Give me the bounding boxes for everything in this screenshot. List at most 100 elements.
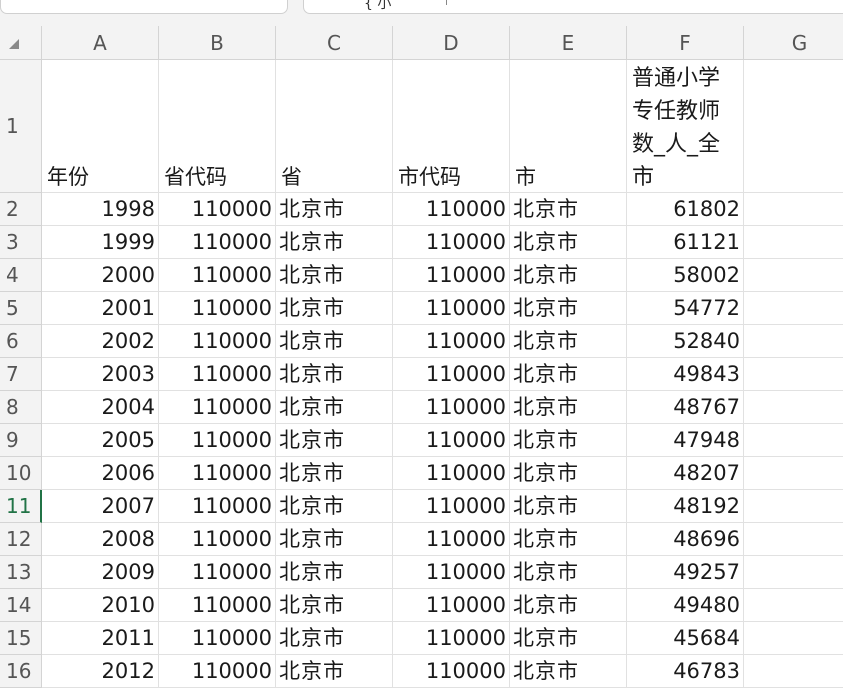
- table-cell[interactable]: 北京市: [276, 523, 393, 556]
- table-cell-empty[interactable]: [744, 622, 843, 655]
- table-cell[interactable]: 48767: [627, 391, 744, 424]
- row-header-5[interactable]: 5: [0, 292, 42, 325]
- table-cell-empty[interactable]: [744, 523, 843, 556]
- table-cell[interactable]: 49480: [627, 589, 744, 622]
- table-cell[interactable]: 2006: [42, 457, 159, 490]
- table-cell[interactable]: 2010: [42, 589, 159, 622]
- spreadsheet-grid[interactable]: A B C D E F G 1 2 3 4 5 6 7 8 9 10 11 12 13 14 15 16 年份 省代码省市代码市…: [0, 26, 843, 689]
- table-cell[interactable]: 北京市: [510, 391, 627, 424]
- table-cell-empty[interactable]: [744, 358, 843, 391]
- table-cell[interactable]: 1998: [42, 193, 159, 226]
- table-cell[interactable]: 北京市: [276, 226, 393, 259]
- column-header-g[interactable]: G: [744, 26, 843, 60]
- table-cell[interactable]: 北京市: [510, 622, 627, 655]
- table-cell[interactable]: 49843: [627, 358, 744, 391]
- table-cell[interactable]: 61121: [627, 226, 744, 259]
- table-cell[interactable]: 110000: [159, 523, 276, 556]
- header-cell-a[interactable]: 年份: [42, 60, 159, 193]
- row-header-2[interactable]: 2: [0, 193, 42, 226]
- table-cell[interactable]: 48207: [627, 457, 744, 490]
- table-cell[interactable]: 北京市: [276, 424, 393, 457]
- table-cell-empty[interactable]: [744, 589, 843, 622]
- row-header-12[interactable]: 12: [0, 523, 42, 556]
- table-cell[interactable]: 110000: [159, 226, 276, 259]
- table-cell[interactable]: 48696: [627, 523, 744, 556]
- table-cell[interactable]: 2007: [42, 490, 159, 523]
- table-cell-empty[interactable]: [744, 556, 843, 589]
- table-cell-empty[interactable]: [744, 424, 843, 457]
- header-cell-e[interactable]: 市: [510, 60, 627, 193]
- row-header-10[interactable]: 10: [0, 457, 42, 490]
- table-cell-empty[interactable]: [744, 490, 843, 523]
- table-cell[interactable]: 52840: [627, 325, 744, 358]
- table-cell[interactable]: 北京市: [276, 622, 393, 655]
- table-cell-empty[interactable]: [744, 655, 843, 688]
- table-cell[interactable]: 110000: [393, 292, 510, 325]
- table-cell[interactable]: 北京市: [510, 358, 627, 391]
- table-cell[interactable]: 110000: [159, 292, 276, 325]
- select-all-corner[interactable]: [0, 26, 42, 60]
- formula-input[interactable]: { 小: [303, 0, 843, 14]
- header-cell-c[interactable]: 省: [276, 60, 393, 193]
- table-cell[interactable]: 2004: [42, 391, 159, 424]
- column-header-e[interactable]: E: [510, 26, 627, 60]
- table-cell[interactable]: 61802: [627, 193, 744, 226]
- table-cell[interactable]: 110000: [393, 325, 510, 358]
- table-cell[interactable]: 110000: [159, 358, 276, 391]
- table-cell-empty[interactable]: [744, 259, 843, 292]
- table-cell[interactable]: 110000: [159, 193, 276, 226]
- table-cell[interactable]: 北京市: [510, 457, 627, 490]
- table-cell[interactable]: 110000: [393, 424, 510, 457]
- table-cell[interactable]: 45684: [627, 622, 744, 655]
- column-header-c[interactable]: C: [276, 26, 393, 60]
- table-cell[interactable]: 北京市: [276, 556, 393, 589]
- table-cell[interactable]: 北京市: [510, 490, 627, 523]
- row-header-3[interactable]: 3: [0, 226, 42, 259]
- row-header-9[interactable]: 9: [0, 424, 42, 457]
- table-cell[interactable]: 北京市: [510, 655, 627, 688]
- row-header-15[interactable]: 15: [0, 622, 42, 655]
- table-cell[interactable]: 2005: [42, 424, 159, 457]
- header-cell-f[interactable]: 普通小学专任教师数_人_全市: [627, 60, 744, 193]
- table-cell[interactable]: 110000: [393, 622, 510, 655]
- table-cell[interactable]: 1999: [42, 226, 159, 259]
- table-cell[interactable]: 北京市: [510, 292, 627, 325]
- row-header-14[interactable]: 14: [0, 589, 42, 622]
- row-header-4[interactable]: 4: [0, 259, 42, 292]
- table-cell[interactable]: 110000: [159, 391, 276, 424]
- table-cell[interactable]: 北京市: [510, 556, 627, 589]
- table-cell[interactable]: 110000: [159, 259, 276, 292]
- table-cell[interactable]: 2002: [42, 325, 159, 358]
- table-cell[interactable]: 北京市: [276, 490, 393, 523]
- table-cell[interactable]: 北京市: [510, 523, 627, 556]
- table-cell[interactable]: 北京市: [510, 259, 627, 292]
- row-header-8[interactable]: 8: [0, 391, 42, 424]
- table-cell-empty[interactable]: [744, 457, 843, 490]
- table-cell[interactable]: 110000: [159, 655, 276, 688]
- table-cell[interactable]: 110000: [393, 523, 510, 556]
- column-header-a[interactable]: A: [42, 26, 159, 60]
- table-cell[interactable]: 北京市: [510, 589, 627, 622]
- table-cell[interactable]: 110000: [393, 457, 510, 490]
- table-cell[interactable]: 48192: [627, 490, 744, 523]
- table-cell[interactable]: 2003: [42, 358, 159, 391]
- table-cell[interactable]: 北京市: [276, 358, 393, 391]
- table-cell[interactable]: 北京市: [276, 655, 393, 688]
- table-cell[interactable]: 110000: [393, 391, 510, 424]
- table-cell[interactable]: 北京市: [510, 325, 627, 358]
- row-header-11[interactable]: 11: [0, 490, 42, 523]
- table-cell[interactable]: 110000: [159, 556, 276, 589]
- header-cell-b[interactable]: 省代码: [159, 60, 276, 193]
- table-cell[interactable]: 北京市: [510, 424, 627, 457]
- table-cell-empty[interactable]: [744, 325, 843, 358]
- table-cell[interactable]: 58002: [627, 259, 744, 292]
- row-header-1[interactable]: 1: [0, 60, 42, 193]
- table-cell-empty[interactable]: [744, 292, 843, 325]
- table-cell[interactable]: 2008: [42, 523, 159, 556]
- table-cell[interactable]: 2012: [42, 655, 159, 688]
- column-header-b[interactable]: B: [159, 26, 276, 60]
- table-cell[interactable]: 110000: [393, 490, 510, 523]
- row-header-6[interactable]: 6: [0, 325, 42, 358]
- table-cell[interactable]: 2001: [42, 292, 159, 325]
- table-cell[interactable]: 北京市: [276, 589, 393, 622]
